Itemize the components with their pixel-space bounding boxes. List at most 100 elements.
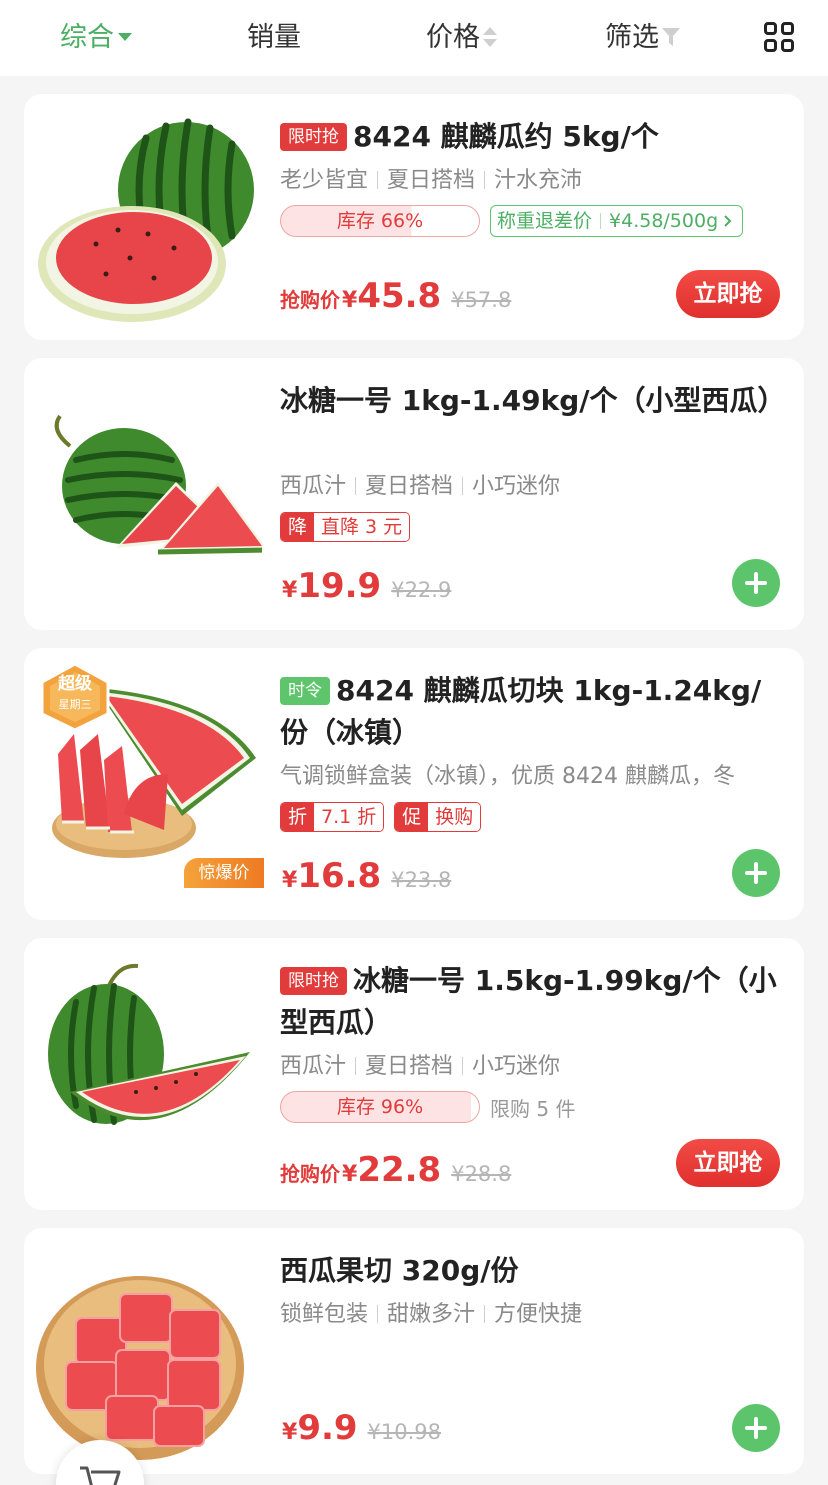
current-price: 45.8 (357, 276, 442, 316)
currency-symbol: ¥ (342, 288, 358, 313)
original-price: ¥57.8 (451, 288, 512, 312)
sort-sales-label: 销量 (247, 22, 301, 53)
add-to-cart-button[interactable] (732, 559, 780, 607)
grid-view-icon[interactable] (764, 22, 796, 54)
product-card[interactable]: 限时抢 8424 麒麟瓜约 5kg/个 老少皆宜 夏日搭档 汁水充沛 库存 66% 称… (24, 94, 804, 340)
original-price: ¥10.98 (367, 1420, 442, 1444)
current-price: 22.8 (357, 1150, 442, 1190)
original-price: ¥28.8 (451, 1162, 512, 1186)
product-subtitles: 西瓜汁 夏日搭档 小巧迷你 (280, 472, 780, 502)
watermelon-image (54, 414, 262, 555)
subtitle-item: 夏日搭档 (365, 1054, 454, 1079)
sort-price[interactable]: 价格 (426, 18, 497, 58)
promo-row: 折 7.1 折 促换购 (280, 802, 491, 832)
subtitle-item: 老少皆宜 (280, 168, 369, 193)
subtitle-item: 西瓜汁 (280, 1054, 347, 1079)
caret-down-icon (118, 32, 132, 41)
product-card[interactable]: 冰糖一号 1kg-1.49kg/个（小型西瓜） 西瓜汁 夏日搭档 小巧迷你 降直降 … (24, 358, 804, 630)
currency-symbol: ¥ (342, 1162, 358, 1187)
flash-sale-tag: 限时抢 (280, 123, 347, 151)
subtitle-item: 西瓜汁 (280, 474, 347, 499)
product-subtitles: 西瓜汁 夏日搭档 小巧迷你 (280, 1052, 780, 1082)
price-row: ¥9.9 ¥10.98 (280, 1408, 441, 1448)
currency-symbol: ¥ (282, 1420, 298, 1445)
super-badge-line2: 星期三 (58, 698, 92, 711)
price-label: 抢购价 (280, 1162, 340, 1186)
stock-row: 库存 66% 称重退差价 ¥4.58/500g (280, 205, 744, 237)
watermelon-image (38, 118, 254, 322)
currency-symbol: ¥ (282, 578, 298, 603)
promo-value: 换购 (428, 803, 481, 831)
product-description: 气调锁鲜盒装（冰镇），优质 8424 麒麟瓜，冬 (280, 764, 735, 789)
stock-progress: 库存 66% (280, 205, 480, 237)
product-title-text: 8424 麒麟瓜约 5kg/个 (353, 120, 659, 153)
product-title: 西瓜果切 320g/份 (280, 1254, 519, 1287)
current-price: 16.8 (297, 856, 382, 896)
price-label: 抢购价 (280, 288, 340, 312)
weigh-refund-value: ¥4.58/500g (609, 210, 719, 232)
promo-tag: 折 7.1 折 (280, 802, 385, 832)
promo-tag: 促换购 (394, 802, 482, 832)
subtitle-item: 甜嫩多汁 (387, 1302, 476, 1327)
promo-row: 降直降 3 元 (280, 512, 420, 542)
watermelon-image (36, 1276, 244, 1460)
promo-key: 降 (281, 513, 315, 541)
product-subtitles: 老少皆宜 夏日搭档 汁水充沛 (280, 166, 780, 196)
original-price: ¥22.9 (391, 578, 452, 602)
chevron-right-icon (724, 215, 732, 227)
sort-comprehensive[interactable]: 综合 (60, 18, 132, 58)
promo-value: 直降 3 元 (314, 513, 410, 541)
buy-now-button[interactable]: 立即抢 (676, 1139, 780, 1187)
add-to-cart-button[interactable] (732, 1404, 780, 1452)
super-badge-line1: 超级 (58, 674, 92, 694)
weigh-refund-label: 称重退差价 (497, 210, 593, 232)
subtitle-item: 方便快捷 (494, 1302, 583, 1327)
product-card[interactable]: 超级 星期三 惊爆价 时令 8424 麒麟瓜切块 1kg-1.24kg/份（冰镇）… (24, 648, 804, 920)
product-title: 限时抢 冰糖一号 1.5kg-1.99kg/个（小型西瓜） (280, 960, 780, 1044)
product-title: 时令 8424 麒麟瓜切块 1kg-1.24kg/份（冰镇） (280, 670, 780, 754)
seasonal-tag: 时令 (280, 677, 330, 705)
price-row: 抢购价 ¥22.8 ¥28.8 (280, 1150, 511, 1190)
price-row: ¥16.8 ¥23.8 (280, 856, 451, 896)
promo-value: 7.1 折 (314, 803, 384, 831)
subtitle-item: 小巧迷你 (472, 474, 561, 499)
flash-sale-tag: 限时抢 (280, 967, 347, 995)
product-subtitles: 锁鲜包装 甜嫩多汁 方便快捷 (280, 1300, 780, 1330)
sort-bar: 综合 销量 价格 筛选 (0, 0, 828, 76)
subtitle-item: 锁鲜包装 (280, 1302, 369, 1327)
original-price: ¥23.8 (391, 868, 452, 892)
weigh-refund-link[interactable]: 称重退差价 ¥4.58/500g (490, 205, 744, 237)
add-to-cart-button[interactable] (732, 849, 780, 897)
sort-filter[interactable]: 筛选 (605, 18, 680, 58)
product-card[interactable]: 西瓜果切 320g/份 锁鲜包装 甜嫩多汁 方便快捷 ¥9.9 ¥10.98 (24, 1228, 804, 1474)
stock-progress: 库存 96% (280, 1091, 480, 1123)
hot-price-badge: 惊爆价 (184, 858, 264, 888)
purchase-limit: 限购 5 件 (490, 1096, 576, 1121)
product-title-text: 冰糖一号 1.5kg-1.99kg/个（小型西瓜） (280, 964, 777, 1039)
current-price: 19.9 (297, 566, 382, 606)
subtitle-item: 汁水充沛 (494, 168, 583, 193)
price-row: ¥19.9 ¥22.9 (280, 566, 451, 606)
cart-icon (80, 1466, 121, 1485)
sort-updown-icon (483, 26, 497, 48)
sort-comprehensive-label: 综合 (60, 22, 114, 53)
filter-funnel-icon (662, 27, 680, 46)
currency-symbol: ¥ (282, 868, 298, 893)
promo-tag: 降直降 3 元 (280, 512, 411, 542)
super-wednesday-badge (40, 662, 110, 732)
product-title: 冰糖一号 1kg-1.49kg/个（小型西瓜） (280, 384, 786, 417)
current-price: 9.9 (297, 1408, 358, 1448)
stock-row: 库存 96% 限购 5 件 (280, 1091, 575, 1123)
sort-sales[interactable]: 销量 (247, 18, 301, 58)
product-title-text: 8424 麒麟瓜切块 1kg-1.24kg/份（冰镇） (280, 674, 762, 749)
subtitle-item: 夏日搭档 (365, 474, 454, 499)
product-title: 限时抢 8424 麒麟瓜约 5kg/个 (280, 116, 780, 158)
sort-filter-label: 筛选 (605, 22, 659, 53)
price-row: 抢购价 ¥45.8 ¥57.8 (280, 276, 511, 316)
watermelon-image (48, 963, 250, 1125)
subtitle-item: 小巧迷你 (472, 1054, 561, 1079)
buy-now-button[interactable]: 立即抢 (676, 270, 780, 318)
promo-key: 折 (281, 803, 315, 831)
product-card[interactable]: 限时抢 冰糖一号 1.5kg-1.99kg/个（小型西瓜） 西瓜汁 夏日搭档 小巧迷你… (24, 938, 804, 1210)
subtitle-item: 夏日搭档 (387, 168, 476, 193)
